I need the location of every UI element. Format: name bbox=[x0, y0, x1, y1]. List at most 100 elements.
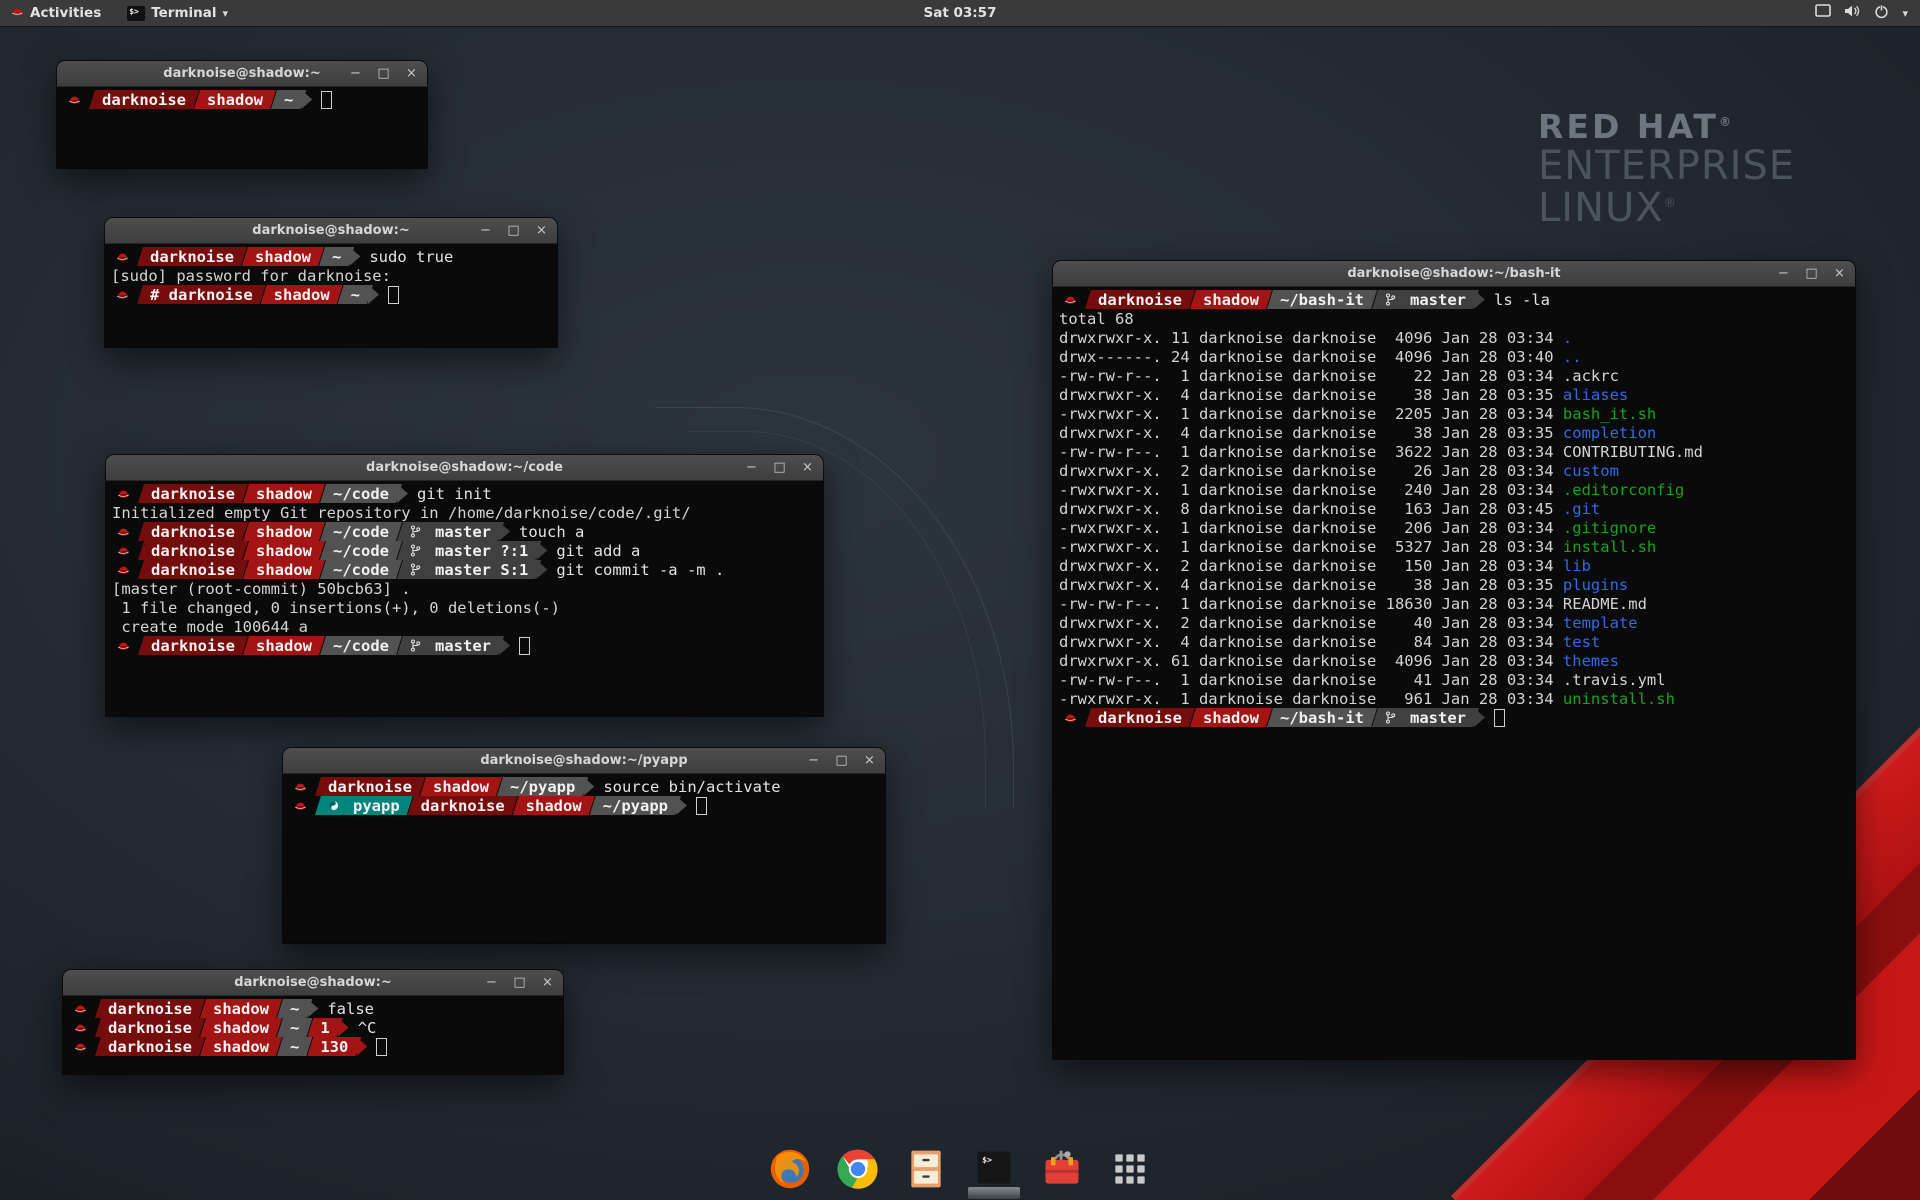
file-name: bash_it.sh bbox=[1563, 405, 1656, 423]
prompt-arrow-icon bbox=[368, 285, 379, 304]
file-attributes: drwxrwxr-x. 8 darknoise darknoise 163 Ja… bbox=[1059, 500, 1563, 518]
activities-button[interactable]: Activities bbox=[7, 0, 105, 26]
window-minimize-button[interactable]: − bbox=[479, 224, 492, 237]
window-maximize-button[interactable]: □ bbox=[835, 754, 848, 767]
window-controls: − □ × bbox=[485, 970, 554, 995]
window-titlebar[interactable]: darknoise@shadow:~ − □ × bbox=[105, 218, 557, 244]
file-list-row: -rwxrwxr-x. 1 darknoise darknoise 2205 J… bbox=[1059, 404, 1849, 423]
window-close-button[interactable]: × bbox=[863, 754, 876, 767]
window-title: darknoise@shadow:~ bbox=[252, 223, 409, 238]
terminal-icon: $> bbox=[972, 1147, 1016, 1191]
terminal-content[interactable]: darknoiseshadow~/bash-itmasterls -latota… bbox=[1053, 287, 1855, 727]
dock-item-terminal[interactable]: $> bbox=[971, 1146, 1017, 1192]
output-line: total 68 bbox=[1059, 309, 1849, 328]
window-close-button[interactable]: × bbox=[535, 224, 548, 237]
file-list-row: drwxrwxr-x. 4 darknoise darknoise 38 Jan… bbox=[1059, 385, 1849, 404]
prompt-line: darknoiseshadow~1^C bbox=[69, 1018, 557, 1037]
redhat-icon bbox=[289, 781, 320, 792]
window-minimize-button[interactable]: − bbox=[745, 461, 758, 474]
window-close-button[interactable]: × bbox=[801, 461, 814, 474]
prompt-arrow-icon bbox=[583, 777, 594, 796]
window-maximize-button[interactable]: □ bbox=[513, 976, 526, 989]
clock[interactable]: Sat 03:57 bbox=[0, 5, 1920, 21]
window-close-button[interactable]: × bbox=[405, 67, 418, 80]
redhat-icon bbox=[63, 94, 94, 105]
path-segment: ~ bbox=[271, 90, 306, 109]
command-text: source bin/activate bbox=[603, 778, 780, 796]
terminal-content[interactable]: darknoiseshadow~falsedarknoiseshadow~1^C… bbox=[63, 996, 563, 1056]
file-name: . bbox=[1563, 329, 1572, 347]
window-maximize-button[interactable]: □ bbox=[377, 67, 390, 80]
file-name: .ackrc bbox=[1563, 367, 1619, 385]
terminal-content[interactable]: darknoiseshadow~/codegit initInitialized… bbox=[106, 481, 823, 655]
window-titlebar[interactable]: darknoise@shadow:~−□× bbox=[57, 61, 427, 87]
top-bar: Activities $> Terminal ▾ Sat 03:57 ▾ bbox=[0, 0, 1920, 27]
window-titlebar[interactable]: darknoise@shadow:~/bash-it−□× bbox=[1053, 261, 1855, 287]
window-maximize-button[interactable]: □ bbox=[773, 461, 786, 474]
window-minimize-button[interactable]: − bbox=[485, 976, 498, 989]
window-minimize-button[interactable]: − bbox=[349, 67, 362, 80]
window-titlebar[interactable]: darknoise@shadow:~/pyapp−□× bbox=[283, 748, 885, 774]
window-title: darknoise@shadow:~ bbox=[234, 975, 391, 990]
terminal-content[interactable]: darknoiseshadow~sudo true[sudo] password… bbox=[105, 244, 557, 304]
command-text: ^C bbox=[358, 1019, 377, 1037]
file-attributes: drwxrwxr-x. 4 darknoise darknoise 38 Jan… bbox=[1059, 386, 1563, 404]
window-maximize-button[interactable]: □ bbox=[1805, 267, 1818, 280]
dock-item-chrome[interactable] bbox=[835, 1146, 881, 1192]
user-segment: darknoise bbox=[95, 1018, 205, 1037]
file-name: install.sh bbox=[1563, 538, 1656, 556]
prompt-arrow-icon bbox=[536, 560, 547, 579]
terminal-content[interactable]: darknoiseshadow~/pyappsource bin/activat… bbox=[283, 774, 885, 815]
file-list-row: -rwxrwxr-x. 1 darknoise darknoise 206 Ja… bbox=[1059, 518, 1849, 537]
command-text: sudo true bbox=[369, 248, 453, 266]
window-titlebar[interactable]: darknoise@shadow:~/code−□× bbox=[106, 455, 823, 481]
prompt-arrow-icon bbox=[1474, 290, 1485, 309]
redhat-icon bbox=[1059, 294, 1090, 305]
file-name: test bbox=[1563, 633, 1600, 651]
file-list-row: -rw-rw-r--. 1 darknoise darknoise 22 Jan… bbox=[1059, 366, 1849, 385]
dock-item-files[interactable] bbox=[903, 1146, 949, 1192]
file-attributes: -rwxrwxr-x. 1 darknoise darknoise 206 Ja… bbox=[1059, 519, 1563, 537]
window-minimize-button[interactable]: − bbox=[807, 754, 820, 767]
user-segment: darknoise bbox=[137, 247, 247, 266]
system-status-area[interactable]: ▾ bbox=[1815, 4, 1920, 23]
window-titlebar[interactable]: darknoise@shadow:~ − □ × bbox=[63, 970, 563, 996]
host-segment: shadow bbox=[243, 541, 325, 560]
terminal-content[interactable]: darknoiseshadow~ bbox=[57, 87, 427, 109]
volume-icon bbox=[1844, 4, 1861, 22]
file-name: themes bbox=[1563, 652, 1619, 670]
dock-item-app-grid[interactable] bbox=[1107, 1146, 1153, 1192]
prompt-line: darknoiseshadow~sudo true bbox=[111, 247, 551, 266]
svg-text:$>: $> bbox=[982, 1155, 992, 1165]
file-name: uninstall.sh bbox=[1563, 690, 1675, 708]
prompt-arrow-icon bbox=[499, 636, 510, 655]
file-attributes: drwxrwxr-x. 4 darknoise darknoise 38 Jan… bbox=[1059, 576, 1563, 594]
dock: $> bbox=[767, 1146, 1153, 1192]
terminal-app-icon: $> bbox=[127, 6, 145, 21]
file-list-row: drwx------. 24 darknoise darknoise 4096 … bbox=[1059, 347, 1849, 366]
command-text: ls -la bbox=[1494, 291, 1550, 309]
file-list-row: drwxrwxr-x. 4 darknoise darknoise 38 Jan… bbox=[1059, 575, 1849, 594]
host-segment: shadow bbox=[243, 560, 325, 579]
dock-item-toolbox[interactable] bbox=[1039, 1146, 1085, 1192]
window-minimize-button[interactable]: − bbox=[1777, 267, 1790, 280]
host-segment: shadow bbox=[200, 1037, 282, 1056]
prompt-line: darknoiseshadow~false bbox=[69, 999, 557, 1018]
command-text: false bbox=[327, 1000, 374, 1018]
window-close-button[interactable]: × bbox=[1833, 267, 1846, 280]
prompt-line: darknoiseshadow~/codemaster S:1git commi… bbox=[112, 560, 817, 579]
redhat-icon bbox=[69, 1041, 100, 1052]
file-attributes: drwx------. 24 darknoise darknoise 4096 … bbox=[1059, 348, 1563, 366]
window-maximize-button[interactable]: □ bbox=[507, 224, 520, 237]
window-close-button[interactable]: × bbox=[541, 976, 554, 989]
path-segment: ~ bbox=[338, 285, 373, 304]
focused-app-menu[interactable]: $> Terminal ▾ bbox=[119, 0, 236, 26]
file-list-row: -rwxrwxr-x. 1 darknoise darknoise 240 Ja… bbox=[1059, 480, 1849, 499]
redhat-icon bbox=[112, 564, 143, 575]
redhat-icon bbox=[112, 640, 143, 651]
command-text: git init bbox=[417, 485, 492, 503]
firefox-icon bbox=[768, 1147, 812, 1191]
output-line: create mode 100644 a bbox=[112, 617, 817, 636]
command-text: git commit -a -m . bbox=[556, 561, 724, 579]
dock-item-firefox[interactable] bbox=[767, 1146, 813, 1192]
